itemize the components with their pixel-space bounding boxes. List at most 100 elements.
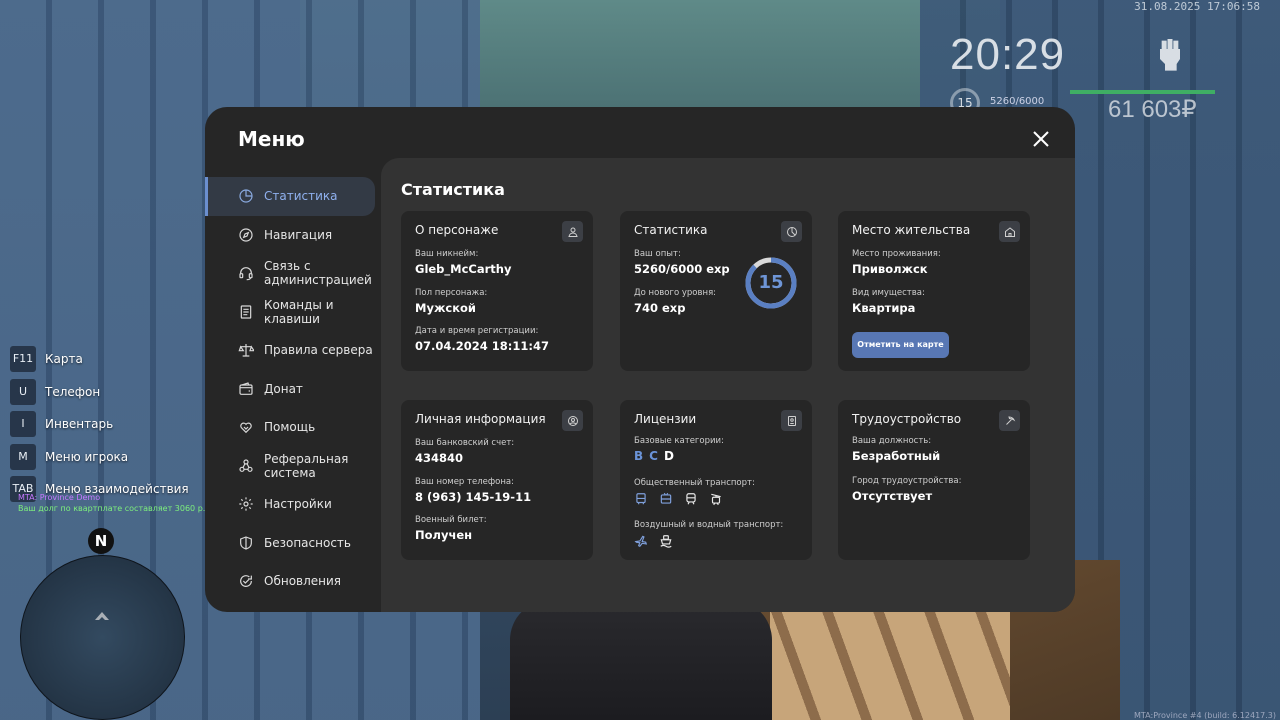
tram-icon bbox=[711, 493, 721, 506]
card-character: О персонаже Ваш никнейм: Gleb_McCarthy П… bbox=[401, 211, 593, 371]
sidebar-item[interactable]: Донат bbox=[205, 370, 381, 409]
key-hint: F11 Карта bbox=[10, 346, 189, 372]
pickaxe-icon bbox=[999, 410, 1020, 431]
card-stats: Статистика Ваш опыт: 5260/6000 exp До но… bbox=[620, 211, 812, 371]
nickname-value: Gleb_McCarthy bbox=[415, 262, 512, 276]
card-residence: Место жительства Место проживания: Приво… bbox=[838, 211, 1030, 371]
sidebar-item[interactable]: Настройки bbox=[205, 485, 381, 524]
license-category: D bbox=[663, 449, 674, 463]
hud-datetime: 31.08.2025 17:06:58 bbox=[1134, 0, 1260, 13]
chat: MTA: Province Demo Ваш долг по квартплат… bbox=[18, 492, 205, 514]
ship-icon bbox=[660, 535, 672, 548]
wallet-icon bbox=[239, 381, 253, 395]
sidebar-item[interactable]: Обновления bbox=[205, 562, 381, 601]
chat-line: Ваш долг по квартплате составляет 3060 р… bbox=[18, 504, 206, 513]
hint-label: Карта bbox=[45, 352, 83, 366]
position-value: Безработный bbox=[852, 449, 941, 463]
sidebar: Статистика Навигация Связь с администрацие… bbox=[205, 177, 381, 601]
sidebar-item[interactable]: Безопасность bbox=[205, 524, 381, 563]
gender-value: Мужской bbox=[415, 301, 476, 315]
hint-label: Инвентарь bbox=[45, 417, 114, 432]
user-circle-icon bbox=[562, 410, 583, 431]
card-title: Лицензии bbox=[634, 412, 697, 426]
work-city-value: Отсутствует bbox=[852, 489, 933, 503]
registration-value: 07.04.2024 18:11:47 bbox=[415, 339, 549, 353]
pie-chart-icon bbox=[239, 189, 253, 203]
user-icon bbox=[562, 221, 583, 242]
menu-window: Меню Статистика Навигация Связь с админист… bbox=[205, 107, 1075, 612]
menu-title: Меню bbox=[238, 127, 305, 151]
bus-icon bbox=[636, 493, 646, 505]
hint-key: U bbox=[10, 378, 36, 405]
field-label: Ваш никнейм: bbox=[415, 249, 479, 259]
card-title: Трудоустройство bbox=[852, 412, 962, 426]
bg-player-body bbox=[510, 600, 772, 720]
player-arrow-icon bbox=[95, 612, 109, 620]
build-info: MTA:Province #4 (build: 6.12417.3) bbox=[1134, 711, 1276, 720]
sidebar-item-label: Безопасность bbox=[264, 535, 351, 550]
sidebar-item[interactable]: Навигация bbox=[205, 216, 381, 255]
field-label: Город трудоустройства: bbox=[852, 476, 962, 486]
sidebar-item[interactable]: Правила сервера bbox=[205, 331, 381, 370]
chat-line: MTA: Province Demo bbox=[18, 493, 101, 502]
exp-value: 5260/6000 exp bbox=[634, 262, 730, 276]
mark-on-map-button[interactable]: Отметить на карте bbox=[852, 332, 949, 358]
sidebar-item-label: Правила сервера bbox=[264, 343, 373, 358]
phone-value: 8 (963) 145-19-11 bbox=[415, 490, 532, 504]
train-icon bbox=[686, 493, 696, 505]
sidebar-item-label: Обновления bbox=[264, 574, 342, 589]
content-title: Статистика bbox=[401, 180, 505, 199]
hint-key: M bbox=[10, 443, 36, 470]
card-licenses: Лицензии Базовые категории: BCD Обществе… bbox=[620, 400, 812, 560]
field-label: Вид имущества: bbox=[852, 288, 925, 298]
residence-value: Приволжск bbox=[852, 262, 928, 276]
sidebar-item[interactable]: Связь с администрацией bbox=[205, 254, 381, 293]
hint-key: F11 bbox=[10, 346, 36, 372]
sidebar-item[interactable]: Статистика bbox=[205, 177, 375, 216]
property-type-value: Квартира bbox=[852, 301, 916, 315]
key-hint: I Инвентарь bbox=[10, 411, 189, 438]
trolleybus-icon bbox=[660, 492, 672, 504]
sidebar-item[interactable]: Реферальная система bbox=[205, 447, 381, 486]
hud-exp: 5260/6000 bbox=[990, 96, 1045, 107]
document-icon bbox=[240, 305, 252, 319]
license-category: B bbox=[634, 449, 644, 463]
card-title: Место жительства bbox=[852, 223, 971, 237]
sidebar-item[interactable]: Помощь bbox=[205, 408, 381, 447]
id-badge-icon bbox=[781, 410, 802, 431]
field-label: Воздушный и водный транспорт: bbox=[634, 520, 784, 530]
field-label: Пол персонажа: bbox=[415, 288, 488, 298]
card-employment: Трудоустройство Ваша должность: Безработ… bbox=[838, 400, 1030, 560]
field-label: Общественный транспорт: bbox=[634, 478, 755, 488]
license-categories: BCD bbox=[634, 449, 680, 463]
bg-bench bbox=[770, 610, 1010, 720]
sidebar-item-label: Помощь bbox=[264, 420, 316, 435]
network-icon bbox=[239, 459, 253, 472]
compass-icon bbox=[239, 228, 253, 242]
bank-account-value: 434840 bbox=[415, 451, 464, 465]
hint-key: I bbox=[10, 411, 36, 438]
hud-clock: 20:29 bbox=[950, 30, 1066, 79]
sidebar-item[interactable]: Команды и клавиши bbox=[205, 293, 381, 332]
license-category: C bbox=[649, 449, 658, 463]
headset-icon bbox=[239, 267, 253, 281]
field-label: Ваш опыт: bbox=[634, 249, 681, 259]
minimap bbox=[20, 555, 185, 720]
sidebar-item-label: Донат bbox=[264, 381, 303, 396]
field-label: Ваш банковский счет: bbox=[415, 438, 515, 448]
key-hints: F11 Карта U Телефон I Инвентарь M Меню игрока TA… bbox=[10, 346, 189, 509]
close-icon[interactable] bbox=[1031, 129, 1051, 149]
air-water-transport-icons bbox=[634, 534, 684, 548]
card-title: О персонаже bbox=[415, 223, 499, 237]
sidebar-item-label: Статистика bbox=[264, 189, 338, 204]
field-label: До нового уровня: bbox=[634, 288, 717, 298]
level-value: 15 bbox=[758, 272, 784, 293]
sidebar-item-label: Навигация bbox=[264, 227, 333, 242]
scales-icon bbox=[238, 344, 254, 357]
refresh-check-icon bbox=[240, 575, 252, 588]
airplane-icon bbox=[634, 535, 648, 547]
hint-label: Телефон bbox=[45, 384, 101, 399]
sidebar-item-label: Настройки bbox=[264, 497, 332, 512]
hud-health-bar bbox=[1070, 90, 1215, 94]
fist-icon bbox=[1160, 39, 1180, 71]
